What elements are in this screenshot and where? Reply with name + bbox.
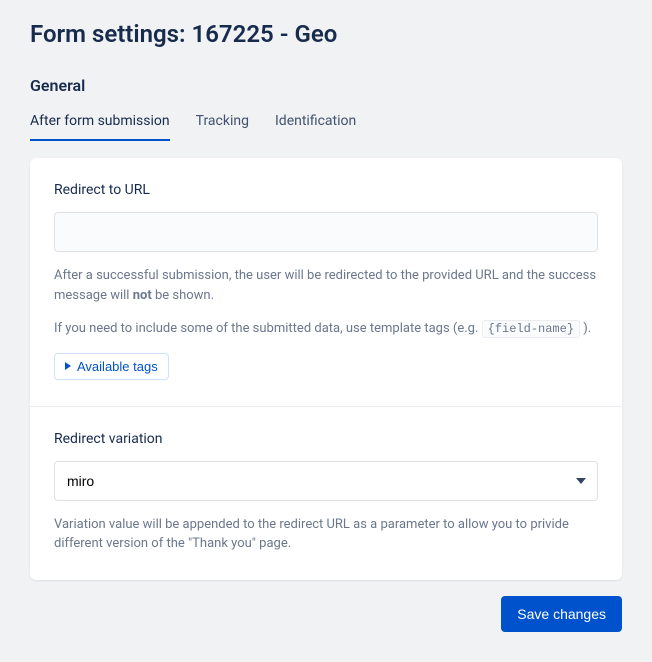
save-changes-button[interactable]: Save changes: [501, 596, 622, 632]
settings-card: Redirect to URL After a successful submi…: [30, 158, 622, 580]
tab-tracking[interactable]: Tracking: [196, 113, 249, 141]
section-heading-general: General: [30, 76, 622, 95]
redirect-url-help: After a successful submission, the user …: [54, 266, 598, 305]
redirect-url-input[interactable]: [54, 212, 598, 252]
redirect-url-section: Redirect to URL After a successful submi…: [30, 158, 622, 406]
disclosure-triangle-icon: [65, 362, 71, 370]
template-tag-code: {field-name}: [482, 320, 580, 338]
page-title: Form settings: 167225 - Geo: [30, 20, 622, 48]
actions-bar: Save changes: [30, 596, 622, 632]
help-text-bold: not: [133, 288, 152, 303]
tab-identification[interactable]: Identification: [275, 113, 356, 141]
help-text-span: ).: [580, 321, 591, 336]
redirect-variation-select-wrap: miro: [54, 461, 598, 501]
tabs-bar: After form submission Tracking Identific…: [30, 113, 622, 142]
redirect-variation-help: Variation value will be appended to the …: [54, 515, 598, 554]
tab-after-form-submission[interactable]: After form submission: [30, 113, 170, 141]
available-tags-label: Available tags: [77, 359, 158, 374]
redirect-variation-section: Redirect variation miro Variation value …: [30, 406, 622, 580]
redirect-variation-select[interactable]: miro: [54, 461, 598, 501]
help-text-span: be shown.: [152, 288, 214, 303]
help-text-span: If you need to include some of the submi…: [54, 321, 482, 336]
redirect-variation-label: Redirect variation: [54, 431, 598, 447]
redirect-url-help-tags: If you need to include some of the submi…: [54, 319, 598, 339]
available-tags-button[interactable]: Available tags: [54, 353, 169, 380]
redirect-url-label: Redirect to URL: [54, 182, 598, 198]
